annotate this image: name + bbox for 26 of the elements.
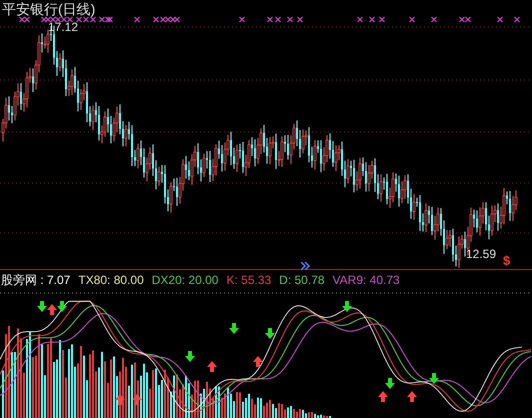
indicator-value: 股旁网 : 7.07 — [1, 272, 70, 289]
indicator-value: TX80: 80.00 — [78, 273, 144, 288]
up-arrow-icon — [407, 391, 417, 402]
down-arrow-icon — [229, 323, 239, 334]
down-arrow-icon — [37, 301, 47, 312]
indicator-value: K: 55.33 — [226, 273, 272, 288]
low-price-label: 12.59 — [466, 247, 496, 261]
up-arrow-icon — [207, 361, 217, 372]
indicator-value: VAR9: 40.73 — [332, 273, 400, 288]
down-arrow-icon — [429, 373, 439, 384]
double-chevron-icon — [301, 262, 311, 270]
indicator-value: DX20: 20.00 — [152, 273, 218, 288]
signal-mark: $ — [503, 254, 510, 268]
down-arrow-icon — [385, 378, 395, 390]
chart-title: 平安银行(日线) — [2, 1, 96, 19]
up-arrow-icon — [378, 391, 388, 402]
down-arrow-icon — [265, 328, 275, 340]
indicator-value: D: 50.78 — [279, 273, 325, 288]
high-price-label: 17.12 — [48, 20, 78, 34]
up-arrow-icon — [253, 356, 263, 368]
up-arrow-icon — [115, 394, 125, 406]
down-arrow-icon — [185, 351, 195, 362]
up-arrow-icon — [132, 394, 142, 406]
down-arrow-icon — [57, 301, 67, 312]
down-arrow-icon — [342, 301, 352, 312]
up-arrow-icon — [47, 304, 57, 316]
